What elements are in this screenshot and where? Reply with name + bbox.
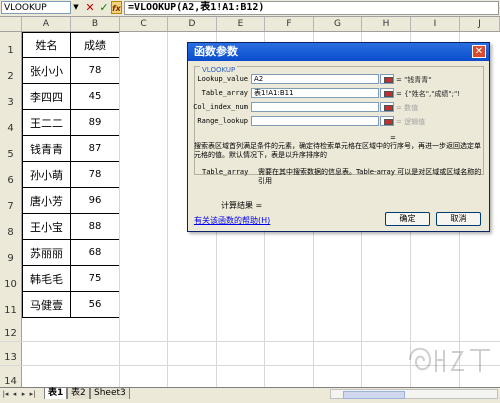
- cell-score[interactable]: 87: [71, 136, 120, 162]
- cell-score[interactable]: 89: [71, 110, 120, 136]
- row-header[interactable]: 9: [0, 240, 22, 266]
- help-link[interactable]: 有关该函数的帮助(H): [194, 215, 270, 226]
- param-description: 需要在其中搜索数据的信息表。Table-array 可以是对区域或区域名称的引用: [258, 168, 482, 185]
- cancel-icon[interactable]: ✕: [84, 1, 96, 14]
- cell-name[interactable]: 李四四: [22, 84, 71, 110]
- row-header[interactable]: 1: [0, 32, 22, 58]
- collapse-dialog-icon[interactable]: [380, 88, 394, 98]
- arg-result: = {"姓名","成绩";"!: [396, 90, 461, 98]
- close-icon[interactable]: ✕: [472, 45, 486, 58]
- row-header[interactable]: 14: [0, 366, 22, 387]
- column-header-a[interactable]: A: [22, 17, 71, 31]
- row-header[interactable]: 12: [0, 318, 22, 341]
- cell-name[interactable]: 韩毛毛: [22, 266, 71, 292]
- column-header-f[interactable]: F: [265, 17, 314, 31]
- cell-name[interactable]: 王小宝: [22, 214, 71, 240]
- table-row: 9 苏丽丽 68: [0, 240, 500, 266]
- header-cell-name[interactable]: 姓名: [22, 32, 71, 58]
- formula-input[interactable]: =VLOOKUP(A2,表1!A1:B12): [124, 1, 499, 15]
- column-header-h[interactable]: H: [362, 17, 411, 31]
- row-header[interactable]: 10: [0, 266, 22, 292]
- cell-score[interactable]: 78: [71, 162, 120, 188]
- param-name: Table_array: [202, 168, 249, 176]
- arg-result: = 数值: [396, 104, 419, 112]
- cell-score[interactable]: 56: [71, 292, 120, 318]
- collapse-dialog-icon[interactable]: [380, 116, 394, 126]
- cell-score[interactable]: 88: [71, 214, 120, 240]
- arg-label: Range_lookup: [197, 117, 248, 125]
- cell-name[interactable]: 张小小: [22, 58, 71, 84]
- name-box-dropdown-icon[interactable]: ▼: [71, 1, 81, 14]
- row-header[interactable]: 5: [0, 136, 22, 162]
- cell-score[interactable]: 75: [71, 266, 120, 292]
- scrollbar-thumb[interactable]: [343, 391, 405, 399]
- column-header-g[interactable]: G: [314, 17, 362, 31]
- arg-label: Lookup_value: [197, 75, 248, 83]
- cancel-button[interactable]: 取消: [436, 212, 481, 226]
- status-bar: [0, 399, 500, 403]
- formula-bar: VLOOKUP ▼ ✕ ✓ fx =VLOOKUP(A2,表1!A1:B12): [0, 0, 500, 17]
- arg-input[interactable]: A2: [251, 74, 379, 84]
- collapse-dialog-icon[interactable]: [380, 74, 394, 84]
- equals-sign: =: [390, 134, 396, 142]
- cell-score[interactable]: 96: [71, 188, 120, 214]
- column-header-e[interactable]: E: [217, 17, 265, 31]
- enter-icon[interactable]: ✓: [98, 1, 110, 14]
- row-header[interactable]: 3: [0, 84, 22, 110]
- gridline: [119, 32, 120, 387]
- column-header-c[interactable]: C: [120, 17, 168, 31]
- column-header-j[interactable]: J: [460, 17, 500, 31]
- cell-name[interactable]: 孙小萌: [22, 162, 71, 188]
- insert-function-icon[interactable]: fx: [111, 1, 122, 14]
- cell-name[interactable]: 唐小芳: [22, 188, 71, 214]
- column-headers: ABCDEFGHIJ: [0, 17, 500, 32]
- cell-score[interactable]: 68: [71, 240, 120, 266]
- row-header[interactable]: 7: [0, 188, 22, 214]
- row-header[interactable]: 4: [0, 110, 22, 136]
- horizontal-scrollbar[interactable]: [330, 389, 498, 399]
- column-header-b[interactable]: B: [71, 17, 120, 31]
- cell-score[interactable]: 45: [71, 84, 120, 110]
- cell-name[interactable]: 苏丽丽: [22, 240, 71, 266]
- ok-button[interactable]: 确定: [385, 212, 430, 226]
- cell-name[interactable]: 马健壹: [22, 292, 71, 318]
- cell-name[interactable]: 钱青青: [22, 136, 71, 162]
- cell-name[interactable]: 王二二: [22, 110, 71, 136]
- arg-result: = "钱青青": [396, 76, 432, 84]
- watermark-icon: [409, 347, 490, 372]
- table-row: 10 韩毛毛 75: [0, 266, 500, 292]
- arg-input[interactable]: [251, 102, 379, 112]
- table-row: 12: [0, 318, 500, 342]
- row-header[interactable]: 2: [0, 58, 22, 84]
- arg-label: Table_array: [201, 89, 248, 97]
- arg-label: Col_index_num: [193, 103, 248, 111]
- column-header-d[interactable]: D: [168, 17, 217, 31]
- gridline: [167, 32, 168, 387]
- result-label: 计算结果 =: [221, 201, 263, 210]
- arg-result: = 逻辑值: [396, 118, 426, 126]
- function-arguments-dialog: 函数参数 ✕ VLOOKUP = 搜索表区域首列满足条件的元素，确定待检索单元格…: [187, 42, 490, 232]
- name-box[interactable]: VLOOKUP: [1, 1, 71, 14]
- header-cell-score[interactable]: 成绩: [71, 32, 120, 58]
- column-header-i[interactable]: I: [411, 17, 460, 31]
- row-header[interactable]: 6: [0, 162, 22, 188]
- cell-score[interactable]: 78: [71, 58, 120, 84]
- arg-input[interactable]: [251, 116, 379, 126]
- row-header[interactable]: 13: [0, 342, 22, 365]
- function-name-label: VLOOKUP: [200, 66, 238, 74]
- collapse-dialog-icon[interactable]: [380, 102, 394, 112]
- arg-input[interactable]: 表1!A1:B11: [251, 88, 379, 98]
- row-header[interactable]: 11: [0, 292, 22, 318]
- row-header[interactable]: 8: [0, 214, 22, 240]
- dialog-title: 函数参数: [188, 43, 489, 61]
- select-all-corner[interactable]: [0, 17, 22, 31]
- function-description: 搜索表区域首列满足条件的元素，确定待检索单元格在区域中的行序号，再进一步返回选定…: [194, 142, 481, 159]
- table-row: 11 马健壹 56: [0, 292, 500, 318]
